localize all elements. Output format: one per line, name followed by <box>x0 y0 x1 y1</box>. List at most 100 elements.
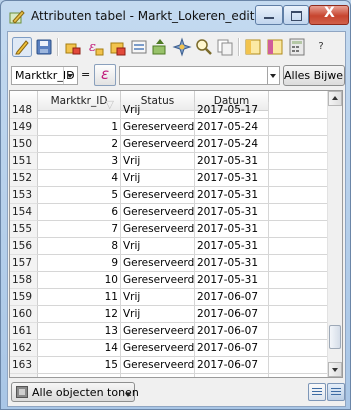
table-cell-id[interactable]: 13 <box>38 323 121 340</box>
invert-selection-icon[interactable] <box>129 37 149 57</box>
table-cell-id[interactable]: 4 <box>38 170 121 187</box>
table-cell-datum[interactable]: 2017-06-07 <box>195 306 269 323</box>
table-cell-id[interactable]: 10 <box>38 272 121 289</box>
table-cell-datum[interactable]: 2017-05-31 <box>195 204 269 221</box>
table-cell-id[interactable]: 15 <box>38 357 121 374</box>
table-cell-datum[interactable]: 2017-05-24 <box>195 136 269 153</box>
table-cell-datum[interactable]: 2017-06-07 <box>195 323 269 340</box>
expression-select-icon[interactable]: ε <box>85 37 105 57</box>
maximize-button[interactable] <box>283 5 309 25</box>
expression-dropdown-arrow[interactable] <box>268 66 280 85</box>
table-row[interactable]: 159 11 Vrij 2017-06-07 <box>10 289 342 306</box>
table-cell-id[interactable]: 12 <box>38 306 121 323</box>
table-cell-datum[interactable]: 2017-05-31 <box>195 170 269 187</box>
pan-to-selection-icon[interactable] <box>172 37 192 57</box>
table-cell-id[interactable] <box>38 102 121 119</box>
field-select[interactable]: Marktkr_ID <box>11 66 78 85</box>
table-cell-datum[interactable]: 2017-05-31 <box>195 221 269 238</box>
row-header[interactable]: 149 <box>10 119 38 136</box>
row-header[interactable]: 158 <box>10 272 38 289</box>
table-cell-status[interactable]: Gereserveerd <box>121 340 195 357</box>
table-cell-datum[interactable]: 2017-05-31 <box>195 272 269 289</box>
table-cell-id[interactable]: 3 <box>38 153 121 170</box>
table-cell-status[interactable]: Vrij <box>121 238 195 255</box>
table-cell-datum[interactable]: 2017-05-17 <box>195 102 269 119</box>
table-cell-id[interactable]: 7 <box>38 221 121 238</box>
table-cell-datum[interactable]: 2017-05-31 <box>195 153 269 170</box>
table-cell-status[interactable]: Gereserveerd <box>121 272 195 289</box>
table-row[interactable]: 154 6 Gereserveerd 2017-05-31 <box>10 204 342 221</box>
table-cell-status[interactable]: Vrij <box>121 289 195 306</box>
table-cell-id[interactable]: 14 <box>38 340 121 357</box>
close-button[interactable]: X <box>309 5 349 25</box>
table-cell-datum[interactable]: 2017-05-31 <box>195 255 269 272</box>
table-cell-status[interactable]: Gereserveerd <box>121 187 195 204</box>
delete-feature-icon[interactable] <box>62 37 82 57</box>
table-row-partial[interactable]: 148 Vrij 2017-05-17 <box>10 102 342 119</box>
table-cell-id[interactable]: 1 <box>38 119 121 136</box>
row-header[interactable]: 148 <box>10 102 38 119</box>
table-row[interactable]: 158 10 Gereserveerd 2017-05-31 <box>10 272 342 289</box>
show-all-features-button[interactable]: Alle objecten tonen <box>11 382 139 402</box>
row-header[interactable]: 163 <box>10 357 38 374</box>
table-row[interactable]: 151 3 Vrij 2017-05-31 <box>10 153 342 170</box>
table-cell-status[interactable]: Gereserveerd <box>121 357 195 374</box>
zoom-to-selection-icon[interactable] <box>194 37 214 57</box>
table-cell-status[interactable]: Gereserveerd <box>121 204 195 221</box>
row-header[interactable]: 162 <box>10 340 38 357</box>
save-icon[interactable] <box>34 37 54 57</box>
table-cell-id[interactable]: 5 <box>38 187 121 204</box>
help-icon[interactable]: ? <box>311 37 331 57</box>
table-cell-status[interactable]: Vrij <box>121 153 195 170</box>
table-row[interactable]: 149 1 Gereserveerd 2017-05-24 <box>10 119 342 136</box>
table-row[interactable]: 160 12 Vrij 2017-06-07 <box>10 306 342 323</box>
table-cell-datum[interactable]: 2017-06-07 <box>195 340 269 357</box>
table-cell-datum[interactable]: 2017-05-31 <box>195 187 269 204</box>
table-cell-datum[interactable]: 2017-05-24 <box>195 119 269 136</box>
row-header[interactable]: 152 <box>10 170 38 187</box>
row-header[interactable]: 156 <box>10 238 38 255</box>
scrollbar-thumb[interactable] <box>329 325 341 349</box>
table-cell-datum[interactable]: 2017-06-07 <box>195 357 269 374</box>
edit-pencil-icon[interactable] <box>12 37 32 57</box>
table-view-button[interactable] <box>308 383 326 401</box>
form-view-button[interactable] <box>327 383 345 401</box>
vertical-scrollbar[interactable] <box>327 91 342 377</box>
row-header[interactable]: 157 <box>10 255 38 272</box>
move-selection-to-top-icon[interactable] <box>150 37 170 57</box>
table-cell-datum[interactable]: 2017-05-31 <box>195 238 269 255</box>
table-cell-status[interactable]: Gereserveerd <box>121 221 195 238</box>
minimize-button[interactable] <box>255 5 283 25</box>
expression-input[interactable] <box>119 66 268 85</box>
table-cell-datum[interactable]: 2017-06-07 <box>195 289 269 306</box>
row-header[interactable]: 151 <box>10 153 38 170</box>
row-header[interactable]: 155 <box>10 221 38 238</box>
calculator-icon[interactable] <box>287 37 307 57</box>
table-cell-id[interactable]: 6 <box>38 204 121 221</box>
copy-icon[interactable] <box>215 37 235 57</box>
table-row[interactable]: 155 7 Gereserveerd 2017-05-31 <box>10 221 342 238</box>
chevron-down-icon[interactable] <box>63 67 77 84</box>
table-cell-status[interactable]: Gereserveerd <box>121 119 195 136</box>
table-row[interactable]: 161 13 Gereserveerd 2017-06-07 <box>10 323 342 340</box>
table-cell-status[interactable]: Gereserveerd <box>121 136 195 153</box>
expression-builder-button[interactable]: ε <box>94 64 116 86</box>
table-cell-id[interactable]: 11 <box>38 289 121 306</box>
row-header[interactable]: 154 <box>10 204 38 221</box>
table-cell-id[interactable]: 8 <box>38 238 121 255</box>
row-header[interactable]: 160 <box>10 306 38 323</box>
table-cell-status[interactable]: Gereserveerd <box>121 323 195 340</box>
select-all-icon[interactable] <box>108 37 128 57</box>
table-cell-status[interactable]: Vrij <box>121 306 195 323</box>
table-row[interactable]: 150 2 Gereserveerd 2017-05-24 <box>10 136 342 153</box>
new-field-icon[interactable] <box>243 37 263 57</box>
row-header[interactable]: 150 <box>10 136 38 153</box>
table-row[interactable]: 162 14 Gereserveerd 2017-06-07 <box>10 340 342 357</box>
delete-field-icon[interactable] <box>265 37 285 57</box>
row-header[interactable]: 161 <box>10 323 38 340</box>
update-all-button[interactable]: Alles Bijwerken <box>283 65 345 86</box>
table-row[interactable]: 163 15 Gereserveerd 2017-06-07 <box>10 357 342 374</box>
scroll-down-button[interactable] <box>328 362 342 377</box>
scroll-up-button[interactable] <box>328 91 342 106</box>
table-row[interactable]: 153 5 Gereserveerd 2017-05-31 <box>10 187 342 204</box>
